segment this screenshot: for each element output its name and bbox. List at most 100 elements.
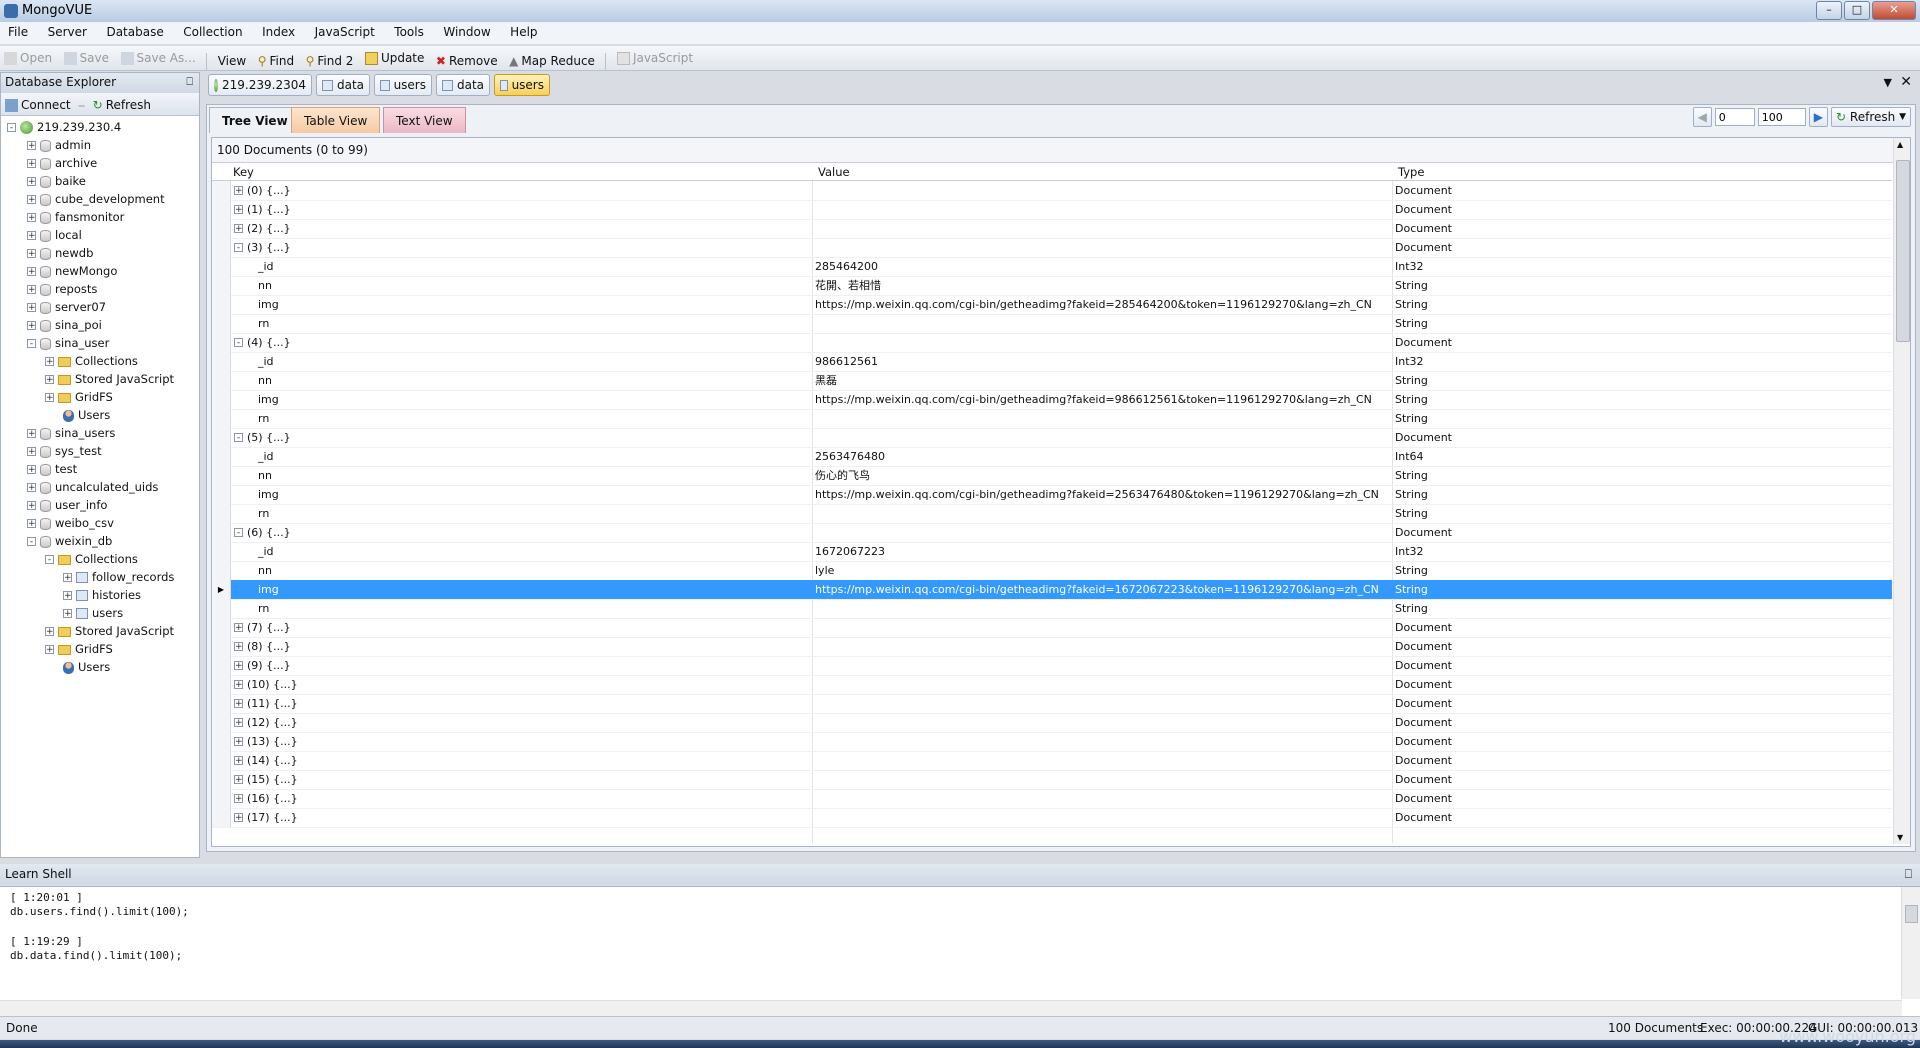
tree-db-reposts[interactable]: + reposts xyxy=(27,281,97,298)
table-row[interactable]: _id 2563476480 Int64 xyxy=(212,447,1892,467)
table-row[interactable]: + (9) {...} Document xyxy=(212,656,1892,676)
row-selector[interactable] xyxy=(212,656,231,675)
collapse-icon[interactable]: - xyxy=(7,123,16,133)
tab-server[interactable]: 219.239.2304 xyxy=(208,74,312,96)
tree-folder-stored-javascript[interactable]: + Stored JavaScript xyxy=(45,623,174,640)
collapse-icon[interactable]: - xyxy=(234,243,243,253)
row-selector[interactable] xyxy=(212,675,231,694)
close-tab-icon[interactable]: ✕ xyxy=(1900,74,1912,90)
table-row[interactable]: + (14) {...} Document xyxy=(212,751,1892,771)
tree-users[interactable]: Users xyxy=(63,407,110,424)
menu-help[interactable]: Help xyxy=(502,22,545,42)
row-selector[interactable]: ▶ xyxy=(212,580,231,599)
expand-icon[interactable]: + xyxy=(27,213,36,223)
row-selector[interactable] xyxy=(212,371,231,390)
tree-collection-histories[interactable]: + histories xyxy=(63,587,141,604)
pin-icon[interactable]: ⎕ xyxy=(1905,864,1912,884)
javascript-button[interactable]: JavaScript xyxy=(613,48,697,68)
tab-text-view[interactable]: Text View xyxy=(383,107,466,133)
table-row[interactable]: + (8) {...} Document xyxy=(212,637,1892,657)
skip-input[interactable] xyxy=(1714,108,1755,126)
dropdown-arrow-icon[interactable]: ▼ xyxy=(1899,112,1906,122)
collapse-icon[interactable]: - xyxy=(234,433,243,443)
tree-db-weibo-csv[interactable]: + weibo_csv xyxy=(27,515,114,532)
table-row[interactable]: - (5) {...} Document xyxy=(212,428,1892,448)
row-selector[interactable] xyxy=(212,238,231,257)
expand-icon[interactable]: + xyxy=(27,501,36,511)
column-key[interactable]: Key xyxy=(233,165,254,179)
maximize-button[interactable]: □ xyxy=(1844,1,1870,20)
table-row[interactable]: + (15) {...} Document xyxy=(212,770,1892,790)
tree-db-sys-test[interactable]: + sys_test xyxy=(27,443,102,460)
row-selector[interactable] xyxy=(212,599,231,618)
tree-db-sina-user[interactable]: - sina_user xyxy=(27,335,109,352)
expand-icon[interactable]: + xyxy=(234,661,243,671)
expand-icon[interactable]: + xyxy=(63,591,72,601)
tree-db-local[interactable]: + local xyxy=(27,227,82,244)
row-selector[interactable] xyxy=(212,428,231,447)
tree-folder-gridfs[interactable]: + GridFS xyxy=(45,389,113,406)
pin-icon[interactable]: ⎕ xyxy=(186,75,193,89)
tree-folder-gridfs[interactable]: + GridFS xyxy=(45,641,113,658)
shell-hscrollbar[interactable] xyxy=(0,1000,1902,1017)
update-button[interactable]: Update xyxy=(361,48,428,68)
menu-tools[interactable]: Tools xyxy=(386,22,432,42)
row-selector[interactable] xyxy=(212,390,231,409)
tree-users[interactable]: Users xyxy=(63,659,110,676)
table-row[interactable]: + (13) {...} Document xyxy=(212,732,1892,752)
expand-icon[interactable]: + xyxy=(27,429,36,439)
tree-folder-collections[interactable]: - Collections xyxy=(45,551,138,568)
expand-icon[interactable]: + xyxy=(234,718,243,728)
table-row[interactable]: + (16) {...} Document xyxy=(212,789,1892,809)
tree-db-baike[interactable]: + baike xyxy=(27,173,86,190)
tree-db-sina-users[interactable]: + sina_users xyxy=(27,425,115,442)
menu-index[interactable]: Index xyxy=(254,22,303,42)
grid-scrollbar[interactable]: ▲ ▼ xyxy=(1893,138,1910,844)
column-type[interactable]: Type xyxy=(1398,165,1424,179)
row-selector[interactable] xyxy=(212,732,231,751)
expand-icon[interactable]: + xyxy=(63,609,72,619)
row-selector[interactable] xyxy=(212,618,231,637)
expand-icon[interactable]: + xyxy=(234,186,243,196)
row-selector[interactable] xyxy=(212,808,231,827)
row-selector[interactable] xyxy=(212,751,231,770)
row-selector[interactable] xyxy=(212,257,231,276)
table-row[interactable]: + (12) {...} Document xyxy=(212,713,1892,733)
tree-collection-users[interactable]: + users xyxy=(63,605,123,622)
tree-db-cube-development[interactable]: + cube_development xyxy=(27,191,165,208)
expand-icon[interactable]: + xyxy=(234,813,243,823)
expand-icon[interactable]: + xyxy=(27,285,36,295)
row-selector[interactable] xyxy=(212,276,231,295)
row-selector[interactable] xyxy=(212,333,231,352)
scrollbar-thumb[interactable] xyxy=(1905,905,1918,923)
tree-server-node[interactable]: - 219.239.230.4 xyxy=(7,119,121,136)
table-row[interactable]: nn lyle String xyxy=(212,561,1892,581)
tree-db-sina-poi[interactable]: + sina_poi xyxy=(27,317,102,334)
scroll-down-icon[interactable]: ▼ xyxy=(1897,833,1903,842)
menu-javascript[interactable]: JavaScript xyxy=(307,22,383,42)
tree-db-server07[interactable]: + server07 xyxy=(27,299,106,316)
collapse-icon[interactable]: - xyxy=(27,339,36,349)
collapse-icon[interactable]: - xyxy=(234,528,243,538)
tree-db-newdb[interactable]: + newdb xyxy=(27,245,93,262)
expand-icon[interactable]: + xyxy=(234,737,243,747)
row-selector[interactable] xyxy=(212,637,231,656)
tab-data[interactable]: data xyxy=(436,74,490,96)
tab-users[interactable]: users xyxy=(374,74,432,96)
row-selector[interactable] xyxy=(212,409,231,428)
tree-folder-stored-javascript[interactable]: + Stored JavaScript xyxy=(45,371,174,388)
next-page-button[interactable]: ▶ xyxy=(1808,107,1829,127)
row-selector[interactable] xyxy=(212,713,231,732)
find2-button[interactable]: ⚲ Find 2 xyxy=(302,51,358,71)
row-selector[interactable] xyxy=(212,181,231,200)
tree-db-test[interactable]: + test xyxy=(27,461,77,478)
menu-file[interactable]: File xyxy=(0,22,36,42)
scroll-up-icon[interactable]: ▲ xyxy=(1897,140,1903,149)
table-row[interactable]: nn 花開、若相惜 String xyxy=(212,276,1892,296)
table-row[interactable]: rn String xyxy=(212,314,1892,334)
shell-scrollbar[interactable] xyxy=(1901,887,1920,999)
table-row[interactable]: + (10) {...} Document xyxy=(212,675,1892,695)
tree-db-admin[interactable]: + admin xyxy=(27,137,91,154)
table-row[interactable]: rn String xyxy=(212,409,1892,429)
minimize-button[interactable]: – xyxy=(1816,1,1842,20)
